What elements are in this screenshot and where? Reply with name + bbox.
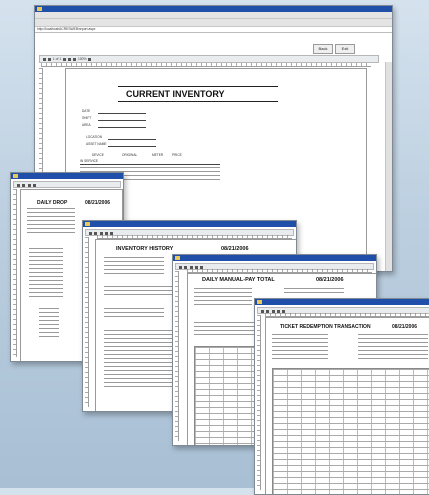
- report-viewer-toolbar[interactable]: [13, 181, 121, 188]
- title-bar: [255, 299, 429, 305]
- report-title: CURRENT INVENTORY: [126, 89, 225, 99]
- ticket-redemption-window: TICKET REDEMPTION TRANSACTION 08/21/2006: [254, 298, 429, 495]
- report-title: DAILY MANUAL-PAY TOTAL: [202, 277, 275, 283]
- app-icon: [37, 7, 42, 11]
- address-bar[interactable]: http://localhost/ACRESWEB/report.aspx: [35, 27, 392, 33]
- title-bar: [11, 173, 123, 179]
- title-bar: [173, 255, 376, 261]
- report-title: DAILY DROP: [37, 200, 68, 206]
- title-bar: [83, 221, 296, 227]
- browser-toolbar: ◄ ► ✕ ⟳ ⌂: [35, 19, 392, 33]
- report-date: 08/21/2006: [316, 277, 344, 283]
- vertical-scrollbar[interactable]: [385, 62, 392, 271]
- back-button[interactable]: Back: [313, 44, 333, 54]
- ticket-redemption-page: TICKET REDEMPTION TRANSACTION 08/21/2006: [265, 317, 429, 494]
- report-date: 08/21/2006: [85, 200, 111, 206]
- menu-bar: FileEditViewFavoritesToolsHelp: [35, 12, 392, 26]
- report-viewer-toolbar[interactable]: 1 of 1 100%: [39, 55, 379, 63]
- report-date: 08/21/2006: [221, 246, 249, 252]
- exit-button[interactable]: Exit: [335, 44, 355, 54]
- report-title: TICKET REDEMPTION TRANSACTION: [280, 324, 371, 330]
- report-title: INVENTORY HISTORY: [116, 246, 174, 252]
- horizontal-ruler: [41, 63, 371, 67]
- report-date: 08/21/2006: [392, 324, 418, 330]
